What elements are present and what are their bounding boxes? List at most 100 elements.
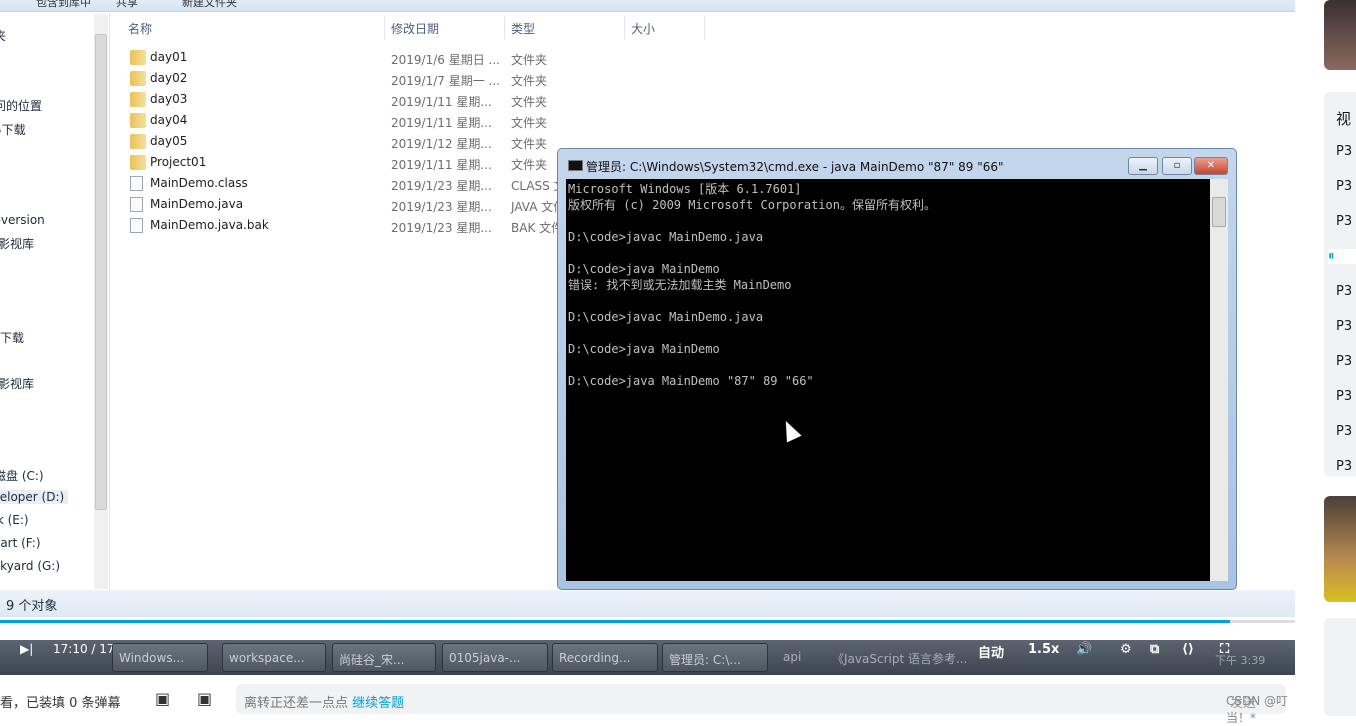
taskbar-item[interactable]: 0105java-... [442,643,548,672]
speed-button[interactable]: 1.5x [1028,642,1059,657]
settings-icon[interactable]: ⚙ [1120,642,1132,657]
file-icon [130,218,143,233]
console-scrollbar[interactable] [1210,179,1228,581]
share-button[interactable]: 共享 [116,0,138,10]
playlist-item[interactable]: P3 [1336,389,1352,404]
file-name: MainDemo.java.bak [150,218,269,232]
nav-item[interactable]: Developer (D:) [0,490,68,504]
playlist-item[interactable]: P3 [1336,424,1352,439]
close-button[interactable]: ✕ [1194,157,1228,175]
danmaku-input[interactable]: 离转正还差一点点 继续答题 发送 [236,684,1286,714]
include-library-button[interactable]: 包含到库中 [36,0,91,10]
file-row[interactable]: day05 2019/1/12 星期... 文件夹 [128,132,588,152]
column-date[interactable]: 修改日期 [385,16,505,40]
file-row[interactable]: MainDemo.java 2019/1/23 星期... JAVA 文件 [128,195,588,215]
file-row[interactable]: day01 2019/1/6 星期日 ... 文件夹 [128,48,588,68]
file-row[interactable]: MainDemo.java.bak 2019/1/23 星期... BAK 文件 [128,216,588,236]
console-output[interactable]: Microsoft Windows [版本 6.1.7601] 版权所有 (c) … [566,179,1210,581]
file-row[interactable]: day02 2019/1/7 星期一 ... 文件夹 [128,69,588,89]
file-name: day01 [150,50,188,64]
console-line: D:\code>javac MainDemo.java [568,230,764,244]
playlist-item[interactable]: P3 [1336,459,1352,474]
file-row[interactable]: MainDemo.class 2019/1/23 星期... CLASS 文件 [128,174,588,194]
scroll-thumb[interactable] [95,34,107,510]
video-progress-bar[interactable] [0,620,1295,623]
file-date: 2019/1/12 星期... [391,137,492,151]
minimize-button[interactable]: ▁ [1128,157,1158,175]
continue-quiz-link[interactable]: 继续答题 [352,696,404,711]
nav-item[interactable]: 影视库 [0,235,34,252]
file-date: 2019/1/23 星期... [391,200,492,214]
next-icon[interactable]: ▶| [20,642,33,656]
nav-item[interactable]: 磁盘 (C:) [0,467,44,484]
scroll-thumb[interactable] [1212,197,1226,227]
video-thumbnail[interactable] [1324,496,1356,602]
video-player[interactable]: 包含到库中 共享 新建文件夹 收藏夹访问的位置5下载Subversion影视库下… [0,0,1295,680]
file-name: day05 [150,134,188,148]
taskbar: ▶| 17:10 / 17:54 Windows... workspace...… [0,640,1295,675]
video-thumbnail[interactable] [1324,618,1356,716]
playlist-item[interactable]: P3 [1336,214,1352,229]
file-type: 文件夹 [511,95,548,109]
playlist-item[interactable]: P3 [1336,144,1352,159]
danmaku-settings-icon[interactable]: ▣ [197,689,212,708]
file-name: day02 [150,71,188,85]
video-thumbnail[interactable] [1324,0,1356,70]
watermark: CSDN @叮当！* [1226,694,1289,725]
nav-item[interactable]: 影视库 [0,375,34,392]
nav-item[interactable]: Subversion [0,213,45,227]
file-row[interactable]: day03 2019/1/11 星期... 文件夹 [128,90,588,110]
taskbar-item[interactable]: 《JavaScript 语言参考... [832,650,967,667]
taskbar-item[interactable]: api [783,650,801,664]
playlist-item[interactable]: P3 [1336,284,1352,299]
nav-item[interactable]: Backyard (G:) [0,559,60,573]
taskbar-item[interactable]: 尚硅谷_宋... [332,643,436,672]
nav-scrollbar[interactable] [94,14,108,589]
file-row[interactable]: Project01 2019/1/11 星期... 文件夹 [128,153,588,173]
column-type[interactable]: 类型 [505,16,625,40]
taskbar-item[interactable]: Recording... [552,643,658,672]
file-row[interactable]: day04 2019/1/11 星期... 文件夹 [128,111,588,131]
new-folder-button[interactable]: 新建文件夹 [182,0,237,10]
file-name: day03 [150,92,188,106]
danmaku-toggle-icon[interactable]: ▣ [155,689,170,708]
column-name[interactable]: 名称 [122,16,385,40]
nav-item[interactable]: Disk (E:) [0,513,29,527]
file-type: 文件夹 [511,158,548,172]
cmd-window[interactable]: 管理员: C:\Windows\System32\cmd.exe - java … [557,148,1237,590]
playlist-item[interactable]: P3 [1336,179,1352,194]
file-icon [130,176,143,191]
playlist-item[interactable]: P3 [1336,319,1352,334]
playlist-item[interactable]: ⏸ [1328,249,1356,264]
nav-item[interactable]: Start (F:) [0,536,41,550]
widescreen-icon[interactable]: ⟨⟩ [1182,642,1194,657]
nav-item[interactable]: 收藏夹 [0,27,6,44]
taskbar-item[interactable]: 管理员: C:\... [662,643,768,672]
file-date: 2019/1/11 星期... [391,116,492,130]
volume-icon[interactable]: 🔊 [1076,642,1092,657]
console-line: Microsoft Windows [版本 6.1.7601] [568,182,802,196]
file-date: 2019/1/23 星期... [391,179,492,193]
nav-item[interactable]: 下载 [0,329,24,346]
column-size[interactable]: 大小 [625,16,705,40]
file-name: MainDemo.class [150,176,248,190]
nav-item[interactable]: 5下载 [0,121,26,138]
playlist-item[interactable]: P3 [1336,354,1352,369]
file-name: Project01 [150,155,207,169]
nav-item[interactable]: 访问的位置 [0,97,42,114]
taskbar-item[interactable]: workspace... [222,643,326,672]
folder-icon [130,134,146,149]
right-sidebar: 视 P3 P3 P3 ⏸ P3 P3 P3 P3 P3 P3 [1296,0,1356,716]
pip-icon[interactable]: ⧉ [1150,642,1159,657]
console-line: 错误: 找不到或无法加载主类 MainDemo [568,278,792,292]
file-date: 2019/1/7 星期一 ... [391,74,500,88]
playlist: 视 P3 P3 P3 ⏸ P3 P3 P3 P3 P3 P3 [1324,92,1356,477]
maximize-button[interactable]: ▫ [1162,157,1192,175]
taskbar-item[interactable]: Windows... [112,643,208,672]
status-bar: 9 个对象 [0,590,1295,617]
file-name: day04 [150,113,188,127]
quality-button[interactable]: 自动 [978,642,1004,661]
